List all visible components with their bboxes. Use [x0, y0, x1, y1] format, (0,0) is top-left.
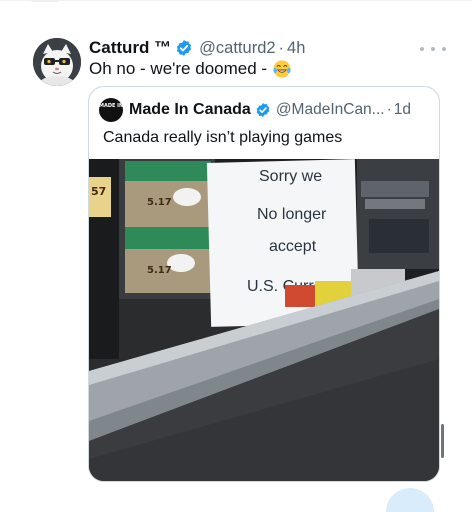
more-options-icon[interactable]	[420, 40, 446, 58]
author-avatar[interactable]	[33, 38, 81, 86]
scrollbar-thumb[interactable]	[441, 424, 444, 458]
tweet-text: Oh no - we're doomed -	[89, 59, 292, 79]
sign-line-1: Sorry we	[259, 168, 322, 185]
previous-post-fragment	[28, 0, 62, 2]
quoted-header-separator: ·	[386, 101, 392, 118]
verified-badge-icon	[256, 103, 270, 117]
quoted-tweet-photo[interactable]: 57 5.17 5.17 Sorry we No longer accept U…	[89, 159, 439, 481]
tweet-header: Catturd ™ @catturd2 · 4h	[89, 37, 305, 59]
sign-line-3: accept	[269, 238, 317, 255]
price-tag-top-text: 5.17	[147, 197, 172, 208]
quoted-author-avatar[interactable]: MADE IN	[99, 98, 123, 122]
quoted-tweet-card[interactable]: MADE IN Made In Canada @MadeInCan... · 1…	[88, 86, 440, 482]
quoted-author-handle[interactable]: @MadeInCan...	[276, 101, 385, 119]
tweet-text-content: Oh no - we're doomed -	[89, 59, 268, 78]
tweet-timestamp[interactable]: 4h	[287, 39, 305, 58]
store-counter-photo: 57 5.17 5.17 Sorry we No longer accept U…	[89, 159, 439, 481]
author-display-name[interactable]: Catturd ™	[89, 38, 171, 58]
price-tag-bottom-text: 5.17	[147, 265, 172, 276]
top-divider	[0, 0, 472, 1]
quoted-tweet-timestamp[interactable]: 1d	[394, 101, 411, 119]
laughing-with-tears-emoji-icon	[273, 60, 291, 78]
header-separator: ·	[278, 38, 285, 57]
quoted-tweet-text: Canada really isn’t playing games	[103, 129, 343, 146]
more-dot	[431, 47, 435, 51]
quoted-author-display-name[interactable]: Made In Canada	[129, 101, 251, 119]
verified-badge-icon	[177, 40, 192, 56]
sign-line-2: No longer	[257, 206, 327, 223]
compose-button-fragment[interactable]	[386, 488, 434, 512]
more-dot	[442, 47, 446, 51]
more-dot	[420, 47, 424, 51]
quoted-tweet-header: MADE IN Made In Canada @MadeInCan... · 1…	[99, 97, 411, 123]
quoted-avatar-logo-text: MADE IN	[99, 103, 123, 109]
left-shelf-tag-text: 57	[91, 185, 106, 198]
author-handle[interactable]: @catturd2	[199, 39, 275, 58]
cat-avatar-image	[33, 38, 81, 86]
